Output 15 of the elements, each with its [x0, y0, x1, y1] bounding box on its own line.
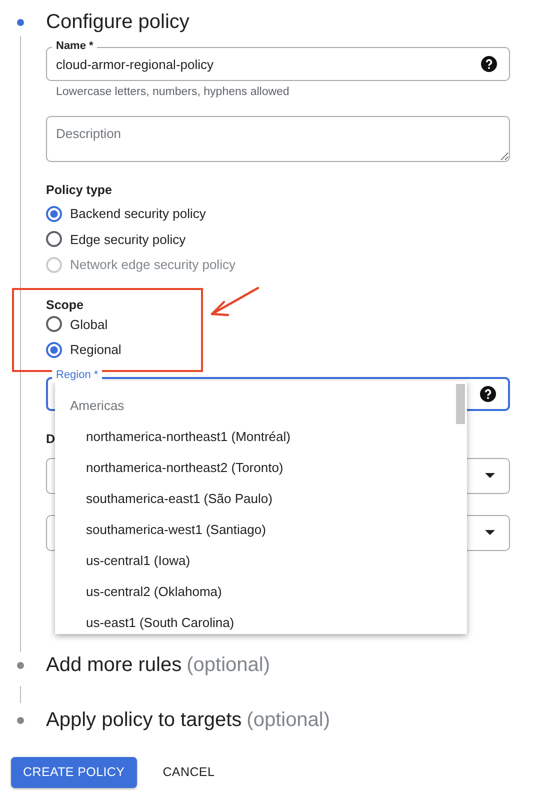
section-label: D	[46, 432, 56, 446]
radio-label: Edge security policy	[70, 232, 186, 247]
radio-label: Backend security policy	[70, 206, 206, 222]
field-value: cloud-armor-regional-policy	[56, 56, 215, 72]
step-title: Add more rules (optional)	[46, 654, 270, 677]
section-label: Policy type	[46, 183, 113, 197]
field-label: Region *	[52, 368, 102, 382]
step-title: Configure policy	[46, 10, 190, 34]
menu-group-header: Americas	[70, 398, 124, 414]
section-label: Scope	[46, 298, 85, 312]
helper-text: Lowercase letters, numbers, hyphens allowed	[55, 85, 290, 98]
radio-label: Global	[70, 316, 108, 332]
radio-label: Regional	[70, 342, 122, 358]
step-title: Apply policy to targets (optional)	[46, 709, 330, 732]
radio-label: Network edge security policy	[70, 257, 236, 272]
